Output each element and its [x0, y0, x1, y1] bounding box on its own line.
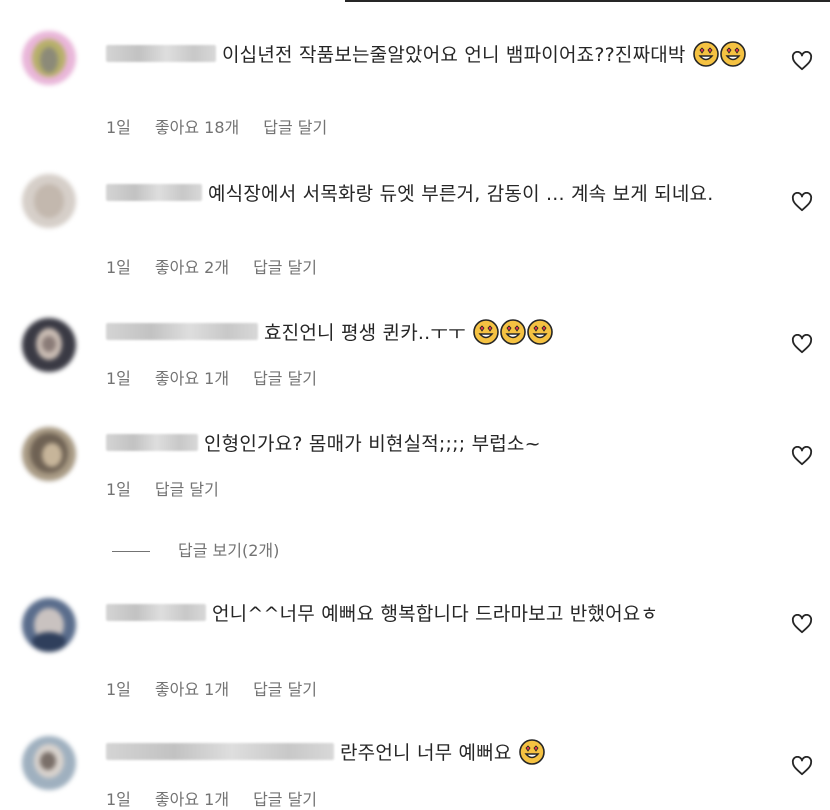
comment-text: 인형인가요? 몸매가 비현실적;;;; 부럽소~	[106, 429, 756, 460]
comment-body: 언니^^너무 예뻐요 행복합니다 드라마보고 반했어요ㅎ	[212, 603, 659, 625]
comment-time: 1일	[106, 118, 131, 137]
comment-time: 1일	[106, 680, 131, 699]
view-replies-label: 답글 보기(2개)	[178, 541, 280, 560]
heart-icon[interactable]	[791, 614, 813, 634]
heart-icon[interactable]	[791, 51, 813, 71]
heart-eyes-emoji	[500, 318, 526, 345]
comment-body: 이십년전 작품보는줄알았어요 언니 뱀파이어죠??진짜대박	[222, 44, 686, 66]
heart-icon[interactable]	[791, 334, 813, 354]
heart-eyes-emoji	[519, 738, 545, 765]
blurred-username[interactable]	[106, 323, 258, 340]
replies-divider	[112, 551, 150, 552]
comment-meta: 1일 좋아요 2개 답글 달기	[106, 254, 341, 278]
comment-meta: 1일 답글 달기	[106, 476, 243, 500]
user-avatar[interactable]	[22, 174, 76, 228]
comment-meta: 1일 좋아요 1개 답글 달기	[106, 365, 341, 389]
heart-icon[interactable]	[791, 446, 813, 466]
comment-body: 란주언니 너무 예뻐요	[340, 742, 512, 764]
user-avatar[interactable]	[22, 598, 76, 652]
reply-button[interactable]: 답글 달기	[253, 680, 317, 699]
blurred-username[interactable]	[106, 184, 202, 201]
heart-eyes-emoji	[527, 318, 553, 345]
like-count[interactable]: 좋아요 1개	[155, 680, 229, 699]
top-divider	[345, 0, 830, 2]
user-avatar[interactable]	[22, 736, 76, 790]
like-count[interactable]: 좋아요 18개	[155, 118, 239, 137]
like-count[interactable]: 좋아요 1개	[155, 369, 229, 388]
comment-text: 이십년전 작품보는줄알았어요 언니 뱀파이어죠??진짜대박	[106, 40, 756, 71]
user-avatar[interactable]	[22, 427, 76, 481]
comment-text: 란주언니 너무 예뻐요	[106, 738, 756, 769]
comment-body: 효진언니 평생 퀸카..ㅜㅜ	[264, 322, 466, 344]
comment-meta: 1일 좋아요 1개 답글 달기	[106, 786, 341, 810]
comment-meta: 1일 좋아요 1개 답글 달기	[106, 676, 341, 700]
user-avatar[interactable]	[22, 318, 76, 372]
blurred-username[interactable]	[106, 604, 206, 621]
comment-meta: 1일 좋아요 18개 답글 달기	[106, 114, 351, 138]
comment-text: 효진언니 평생 퀸카..ㅜㅜ	[106, 318, 756, 349]
like-count[interactable]: 좋아요 2개	[155, 258, 229, 277]
comment-text: 언니^^너무 예뻐요 행복합니다 드라마보고 반했어요ㅎ	[106, 599, 756, 630]
heart-icon[interactable]	[791, 192, 813, 212]
heart-eyes-emoji	[473, 318, 499, 345]
heart-icon[interactable]	[791, 756, 813, 776]
comment-time: 1일	[106, 480, 131, 499]
blurred-username[interactable]	[106, 743, 334, 760]
comment-time: 1일	[106, 369, 131, 388]
reply-button[interactable]: 답글 달기	[263, 118, 327, 137]
comment-body: 예식장에서 서목화랑 듀엣 부른거, 감동이 ... 계속 보게 되네요.	[208, 183, 714, 205]
reply-button[interactable]: 답글 달기	[155, 480, 219, 499]
heart-eyes-emoji	[720, 40, 746, 67]
user-avatar[interactable]	[22, 31, 76, 85]
reply-button[interactable]: 답글 달기	[253, 258, 317, 277]
view-replies-button[interactable]: 답글 보기(2개)	[110, 537, 279, 561]
heart-eyes-emoji	[693, 40, 719, 67]
comment-body: 인형인가요? 몸매가 비현실적;;;; 부럽소~	[204, 433, 541, 455]
blurred-username[interactable]	[106, 434, 198, 451]
comment-time: 1일	[106, 258, 131, 277]
reply-button[interactable]: 답글 달기	[253, 369, 317, 388]
blurred-username[interactable]	[106, 45, 216, 62]
comment-text: 예식장에서 서목화랑 듀엣 부른거, 감동이 ... 계속 보게 되네요.	[106, 179, 756, 210]
